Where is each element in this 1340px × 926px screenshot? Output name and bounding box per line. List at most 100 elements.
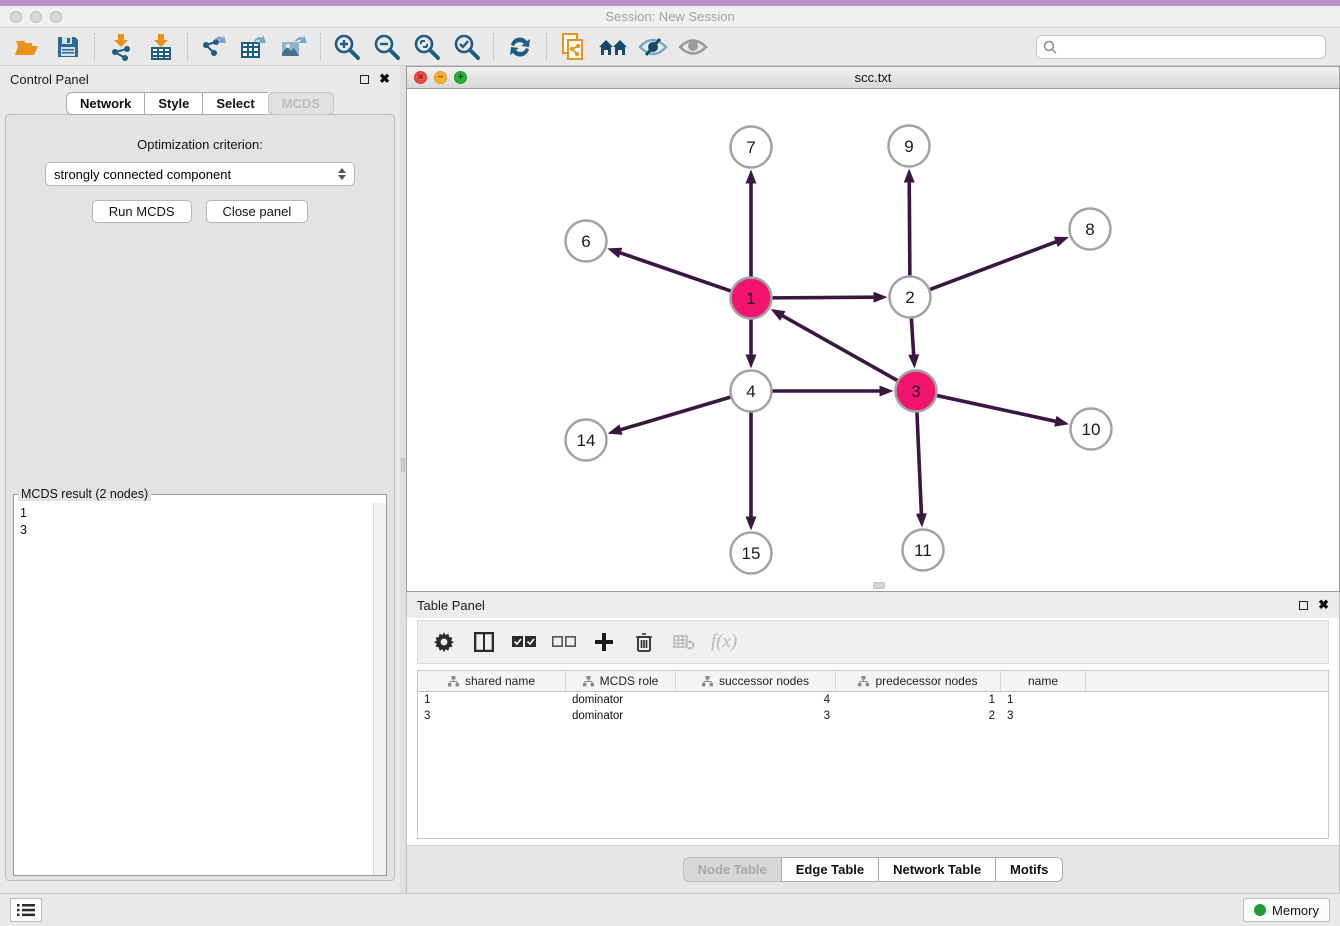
add-column-icon[interactable]: [592, 630, 616, 654]
duplicate-network-button[interactable]: [553, 31, 593, 63]
cell-predecessor-nodes[interactable]: 2: [836, 710, 1001, 722]
run-mcds-button[interactable]: Run MCDS: [92, 200, 192, 223]
show-all-button[interactable]: [673, 31, 713, 63]
import-table-button[interactable]: [141, 31, 181, 63]
cell-shared-name[interactable]: 1: [418, 694, 566, 706]
column-header-MCDS-role[interactable]: MCDS role: [566, 671, 676, 691]
cell-MCDS-role[interactable]: dominator: [566, 710, 676, 722]
float-table-panel-icon[interactable]: [1299, 601, 1308, 610]
column-header-name[interactable]: name: [1001, 671, 1086, 691]
app-titlebar: Session: New Session: [0, 6, 1340, 28]
tab-style[interactable]: Style: [144, 92, 202, 115]
control-panel-tabs: NetworkStyleSelectMCDS: [0, 92, 400, 115]
zoom-selected-button[interactable]: [447, 31, 487, 63]
settings-gear-icon[interactable]: [432, 630, 456, 654]
memory-button[interactable]: Memory: [1243, 898, 1330, 922]
deselect-all-checkboxes-icon[interactable]: [552, 630, 576, 654]
toolbar-separator: [546, 33, 547, 61]
export-network-button[interactable]: [194, 31, 234, 63]
vertical-splitter[interactable]: [400, 66, 406, 893]
zoom-fit-button[interactable]: [407, 31, 447, 63]
status-bar: Memory: [0, 893, 1340, 926]
cell-MCDS-role[interactable]: dominator: [566, 694, 676, 706]
main-toolbar: [0, 28, 1340, 66]
cell-shared-name[interactable]: 3: [418, 710, 566, 722]
export-image-button[interactable]: [274, 31, 314, 63]
open-session-button[interactable]: [8, 31, 48, 63]
export-table-button[interactable]: [234, 31, 274, 63]
cell-name[interactable]: 1: [1001, 694, 1086, 706]
mcds-result-text[interactable]: 1 3: [14, 503, 373, 875]
network-view-window: × − + scc.txt 1234678910111415: [406, 66, 1340, 592]
zoom-out-icon: [373, 33, 401, 61]
column-header-predecessor-nodes[interactable]: predecessor nodes: [836, 671, 1001, 691]
cell-successor-nodes[interactable]: 4: [676, 694, 836, 706]
arrowhead-3-1: [771, 309, 786, 321]
column-type-icon: [448, 676, 459, 687]
show-columns-icon[interactable]: [472, 630, 496, 654]
edge-3-11[interactable]: [917, 412, 922, 515]
zoom-fit-icon: [413, 33, 441, 61]
result-scrollbar[interactable]: [373, 503, 386, 875]
refresh-layout-icon: [506, 33, 534, 61]
edge-2-3[interactable]: [911, 318, 913, 356]
mcds-panel: Optimization criterion: strongly connect…: [5, 114, 395, 881]
apply-preferred-layout-button[interactable]: [500, 31, 540, 63]
tab-mcds[interactable]: MCDS: [268, 92, 334, 115]
arrowhead-4-15: [746, 517, 757, 531]
arrowhead-1-6: [607, 248, 622, 258]
edge-3-1[interactable]: [781, 315, 897, 381]
tab-motifs[interactable]: Motifs: [995, 857, 1063, 882]
edge-4-14[interactable]: [619, 397, 730, 430]
edge-3-10[interactable]: [937, 396, 1057, 422]
first-neighbors-button[interactable]: [593, 31, 633, 63]
edge-1-6[interactable]: [619, 252, 731, 291]
node-label-7: 7: [746, 138, 755, 157]
function-builder-icon[interactable]: f(x): [712, 630, 736, 654]
memory-status-icon: [1254, 904, 1266, 916]
eye-icon: [678, 35, 708, 59]
edge-2-8[interactable]: [930, 241, 1058, 289]
cell-predecessor-nodes[interactable]: 1: [836, 694, 1001, 706]
table-row: 3dominator323: [418, 708, 1328, 724]
cell-name[interactable]: 3: [1001, 710, 1086, 722]
tab-edge-table[interactable]: Edge Table: [781, 857, 878, 882]
delete-columns-icon[interactable]: [632, 630, 656, 654]
task-history-button[interactable]: [10, 898, 42, 922]
window-title: Session: New Session: [0, 9, 1340, 24]
tab-select[interactable]: Select: [202, 92, 267, 115]
close-table-panel-icon[interactable]: ✖: [1318, 597, 1329, 613]
import-network-button[interactable]: [101, 31, 141, 63]
toolbar-separator: [320, 33, 321, 61]
save-session-button[interactable]: [48, 31, 88, 63]
table-header-row: shared nameMCDS rolesuccessor nodesprede…: [418, 671, 1328, 692]
arrowhead-4-3: [880, 386, 894, 397]
zoom-in-button[interactable]: [327, 31, 367, 63]
tab-network-table[interactable]: Network Table: [878, 857, 995, 882]
zoom-out-button[interactable]: [367, 31, 407, 63]
search-input[interactable]: [1061, 39, 1319, 54]
node-label-10: 10: [1082, 420, 1101, 439]
close-panel-icon[interactable]: ✖: [379, 71, 390, 87]
delete-table-icon[interactable]: [672, 630, 696, 654]
select-all-checkboxes-icon[interactable]: [512, 630, 536, 654]
optimization-criterion-label: Optimization criterion:: [6, 137, 394, 152]
node-label-1: 1: [746, 289, 755, 308]
canvas-resize-grabber[interactable]: [873, 582, 885, 589]
close-panel-button[interactable]: Close panel: [206, 200, 309, 223]
splitter-grabber[interactable]: [401, 458, 405, 472]
cell-successor-nodes[interactable]: 3: [676, 710, 836, 722]
column-header-successor-nodes[interactable]: successor nodes: [676, 671, 836, 691]
criterion-select[interactable]: strongly connected component: [45, 162, 355, 186]
float-panel-icon[interactable]: [360, 75, 369, 84]
search-field[interactable]: [1036, 35, 1326, 59]
tab-node-table[interactable]: Node Table: [683, 857, 781, 882]
network-canvas[interactable]: 1234678910111415: [407, 89, 1339, 591]
hide-selected-button[interactable]: [633, 31, 673, 63]
table-tabs-strip: Node TableEdge TableNetwork TableMotifs: [407, 845, 1339, 893]
tab-network[interactable]: Network: [66, 92, 144, 115]
edge-2-9[interactable]: [909, 180, 910, 275]
column-header-shared-name[interactable]: shared name: [418, 671, 566, 691]
node-label-2: 2: [905, 288, 914, 307]
edge-1-2[interactable]: [772, 297, 875, 298]
